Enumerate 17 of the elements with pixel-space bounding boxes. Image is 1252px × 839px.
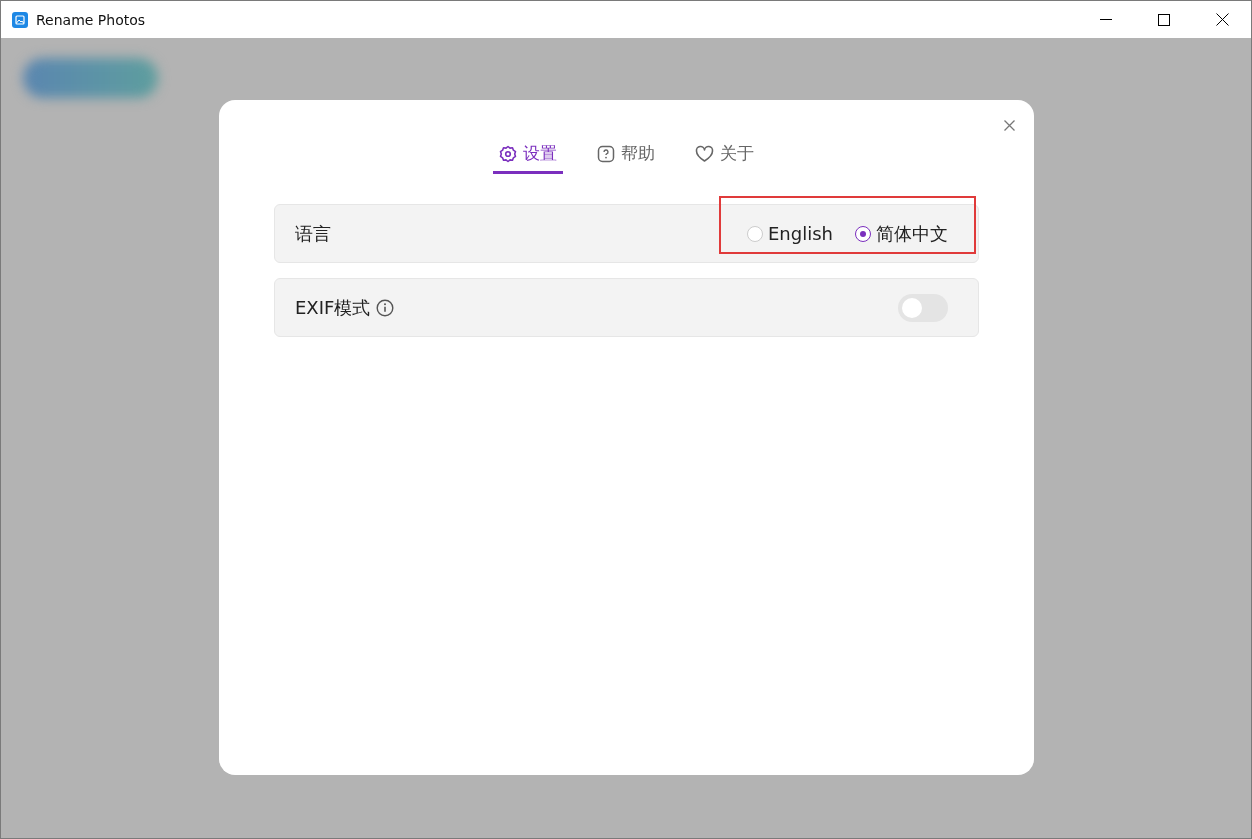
heart-icon [695,144,714,163]
tab[interactable]: 关于 [689,138,760,174]
gear-icon [499,144,517,163]
window-title: Rename Photos [36,11,146,28]
setting-label: 语言 [295,221,331,246]
close-icon [1215,13,1229,26]
setting-label: EXIF模式 [295,295,371,320]
tab[interactable]: 设置 [493,138,563,174]
minimize-icon [1100,19,1112,20]
app-icon [12,11,28,28]
maximize-icon [1158,13,1170,26]
tab[interactable]: 帮助 [591,138,661,174]
toggle-switch[interactable] [898,293,948,322]
radio-option[interactable]: English [747,223,833,244]
radio-option[interactable]: 简体中文 [855,221,948,246]
help-icon [597,144,615,163]
close-icon [1003,119,1015,131]
